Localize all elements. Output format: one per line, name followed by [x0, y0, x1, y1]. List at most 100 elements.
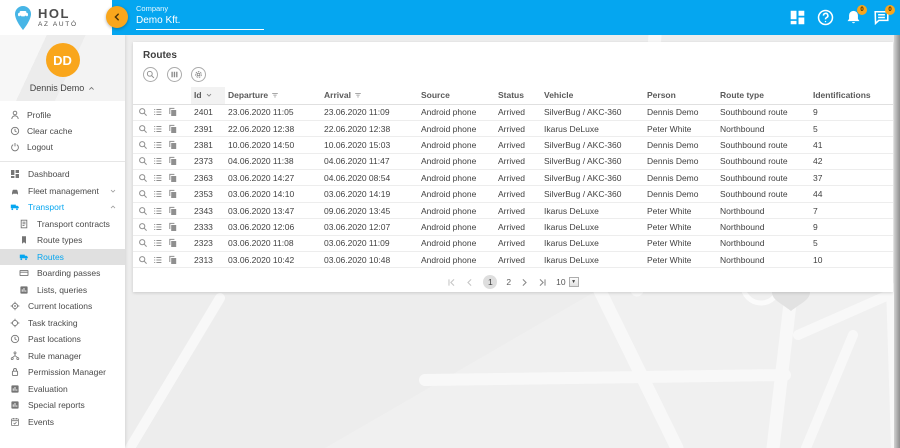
notifications-bell-icon[interactable]: 0 [845, 5, 867, 26]
power-icon [10, 142, 20, 152]
row-view-icon[interactable] [138, 107, 148, 117]
cell-id: 2391 [191, 120, 225, 138]
help-icon[interactable] [817, 9, 834, 26]
row-copy-icon[interactable] [168, 255, 178, 265]
header-vehicle[interactable]: Vehicle [541, 87, 644, 105]
next-page-button[interactable] [520, 278, 529, 287]
row-list-icon[interactable] [153, 189, 163, 199]
hierarchy-icon [10, 351, 20, 361]
sidebar-item-current-locations[interactable]: Current locations [0, 298, 125, 315]
header-departure[interactable]: Departure [225, 87, 321, 105]
prev-page-button[interactable] [465, 278, 474, 287]
cell-id: 2353 [191, 185, 225, 203]
sidebar-item-label: Rule manager [28, 350, 82, 361]
row-copy-icon[interactable] [168, 107, 178, 117]
header-route-type[interactable]: Route type [717, 87, 810, 105]
sidebar-item-rule-manager[interactable]: Rule manager [0, 348, 125, 365]
row-view-icon[interactable] [138, 255, 148, 265]
sidebar-item-events[interactable]: Events [0, 414, 125, 431]
sidebar-item-dashboard[interactable]: Dashboard [0, 166, 125, 183]
header-status[interactable]: Status [495, 87, 541, 105]
row-view-icon[interactable] [138, 238, 148, 248]
row-copy-icon[interactable] [168, 189, 178, 199]
row-list-icon[interactable] [153, 222, 163, 232]
header-identifications[interactable]: Identifications [810, 87, 893, 105]
table-row: 2401 23.06.2020 11:05 23.06.2020 11:09 A… [133, 104, 893, 121]
row-view-icon[interactable] [138, 173, 148, 183]
row-copy-icon[interactable] [168, 206, 178, 216]
chart-box-icon [19, 285, 29, 295]
sidebar-collapse-button[interactable] [106, 6, 128, 28]
sidebar-item-logout[interactable]: Logout [0, 139, 125, 155]
sidebar-item-clear-cache[interactable]: Clear cache [0, 123, 125, 139]
cell-identifications: 41 [810, 136, 893, 154]
sidebar-item-profile[interactable]: Profile [0, 107, 125, 123]
dashboard-icon [10, 169, 20, 179]
header-id[interactable]: Id [191, 87, 225, 105]
page-size-select[interactable]: 10 ▼ [556, 277, 579, 288]
row-view-icon[interactable] [138, 124, 148, 134]
row-view-icon[interactable] [138, 140, 148, 150]
cell-person: Peter White [644, 120, 717, 138]
sidebar-item-transport[interactable]: Transport [0, 199, 125, 216]
sidebar-item-lists-queries[interactable]: Lists, queries [0, 282, 125, 299]
sidebar-item-label: Current locations [28, 301, 93, 312]
page-2-button[interactable]: 2 [506, 277, 511, 287]
search-button[interactable] [143, 67, 158, 82]
sidebar-item-boarding-passes[interactable]: Boarding passes [0, 265, 125, 282]
cell-status: Arrived [495, 136, 541, 154]
cell-departure: 04.06.2020 11:38 [225, 153, 321, 171]
row-list-icon[interactable] [153, 255, 163, 265]
company-label: Company [136, 4, 169, 13]
settings-button[interactable] [191, 67, 206, 82]
row-list-icon[interactable] [153, 124, 163, 134]
row-list-icon[interactable] [153, 238, 163, 248]
row-list-icon[interactable] [153, 156, 163, 166]
cell-vehicle: SilverBug / AKC-360 [541, 153, 644, 171]
user-menu-toggle[interactable]: Dennis Demo [30, 83, 96, 93]
row-copy-icon[interactable] [168, 156, 178, 166]
row-view-icon[interactable] [138, 206, 148, 216]
cell-route-type: Southbound route [717, 185, 810, 203]
row-view-icon[interactable] [138, 222, 148, 232]
row-list-icon[interactable] [153, 173, 163, 183]
cell-id: 2381 [191, 136, 225, 154]
row-copy-icon[interactable] [168, 222, 178, 232]
cell-identifications: 9 [810, 218, 893, 236]
row-list-icon[interactable] [153, 140, 163, 150]
first-page-button[interactable] [447, 278, 456, 287]
row-view-icon[interactable] [138, 189, 148, 199]
row-list-icon[interactable] [153, 206, 163, 216]
cell-status: Arrived [495, 169, 541, 187]
messages-badge: 0 [885, 5, 895, 15]
sidebar-item-evaluation[interactable]: Evaluation [0, 381, 125, 398]
columns-button[interactable] [167, 67, 182, 82]
cell-person: Peter White [644, 235, 717, 253]
sidebar-item-special-reports[interactable]: Special reports [0, 397, 125, 414]
sidebar-item-route-types[interactable]: Route types [0, 232, 125, 249]
messages-chat-icon[interactable]: 0 [873, 5, 895, 26]
header-person[interactable]: Person [644, 87, 717, 105]
row-copy-icon[interactable] [168, 238, 178, 248]
row-copy-icon[interactable] [168, 124, 178, 134]
page-1-button[interactable]: 1 [483, 275, 498, 290]
row-view-icon[interactable] [138, 156, 148, 166]
row-copy-icon[interactable] [168, 173, 178, 183]
sidebar-item-permission-manager[interactable]: Permission Manager [0, 364, 125, 381]
sidebar-item-fleet-management[interactable]: Fleet management [0, 183, 125, 200]
last-page-button[interactable] [538, 278, 547, 287]
sidebar-item-task-tracking[interactable]: Task tracking [0, 315, 125, 332]
sidebar-item-routes[interactable]: Routes [0, 248, 125, 265]
row-copy-icon[interactable] [168, 140, 178, 150]
apps-grid-icon[interactable] [789, 9, 806, 26]
truck-icon [10, 202, 20, 212]
company-input[interactable] [136, 13, 264, 30]
row-list-icon[interactable] [153, 107, 163, 117]
sidebar-item-transport-contracts[interactable]: Transport contracts [0, 216, 125, 233]
header-arrival[interactable]: Arrival [321, 87, 418, 105]
sidebar-item-past-locations[interactable]: Past locations [0, 331, 125, 348]
header-source[interactable]: Source [418, 87, 495, 105]
logo-text-line1: HOL [38, 5, 70, 21]
scrollbar[interactable] [894, 35, 900, 448]
avatar[interactable]: DD [45, 43, 80, 77]
